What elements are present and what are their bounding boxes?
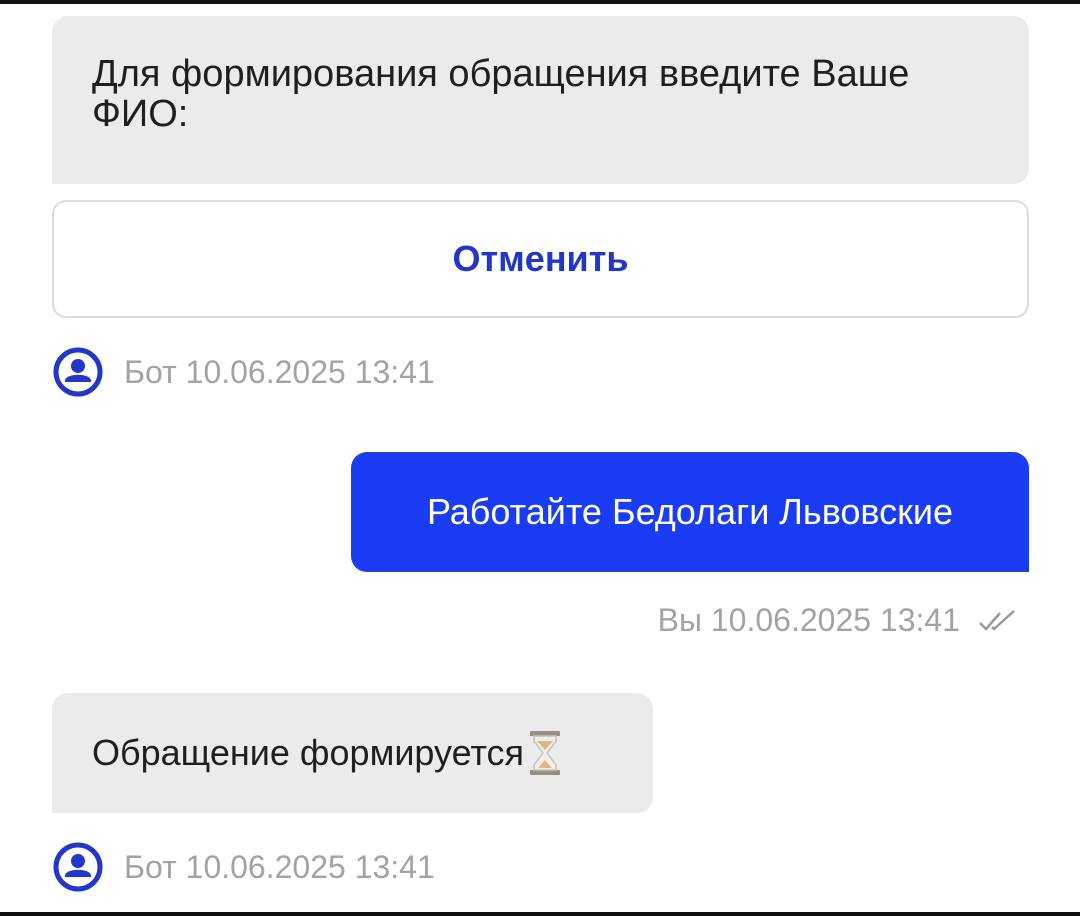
hourglass-icon: [530, 731, 561, 775]
cancel-button-label: Отменить: [452, 238, 629, 279]
user-message-meta: Вы 10.06.2025 13:41: [658, 602, 1018, 639]
cancel-button[interactable]: Отменить: [52, 200, 1029, 318]
bot-message-text: Для формирования обращения введите Ваше …: [92, 53, 910, 135]
bot-status-text: Обращение формируется: [92, 732, 525, 773]
bot-status-meta: Бот 10.06.2025 13:41: [52, 841, 435, 893]
user-circle-icon: [53, 347, 103, 397]
user-meta-text: Вы 10.06.2025 13:41: [657, 602, 960, 638]
double-check-icon: [979, 609, 1015, 631]
bot-message-meta: Бот 10.06.2025 13:41: [52, 346, 435, 398]
user-message-bubble: Работайте Бедолаги Львовские: [351, 452, 1029, 572]
bot-meta-text: Бот 10.06.2025 13:41: [124, 848, 435, 885]
user-message-text: Работайте Бедолаги Львовские: [426, 491, 954, 532]
bot-meta-text: Бот 10.06.2025 13:41: [124, 353, 435, 390]
bot-status-bubble: Обращение формируется: [52, 693, 653, 813]
user-circle-icon: [53, 842, 103, 892]
bot-message-bubble: Для формирования обращения введите Ваше …: [52, 16, 1029, 184]
chat-window: Для формирования обращения введите Ваше …: [0, 0, 1080, 916]
